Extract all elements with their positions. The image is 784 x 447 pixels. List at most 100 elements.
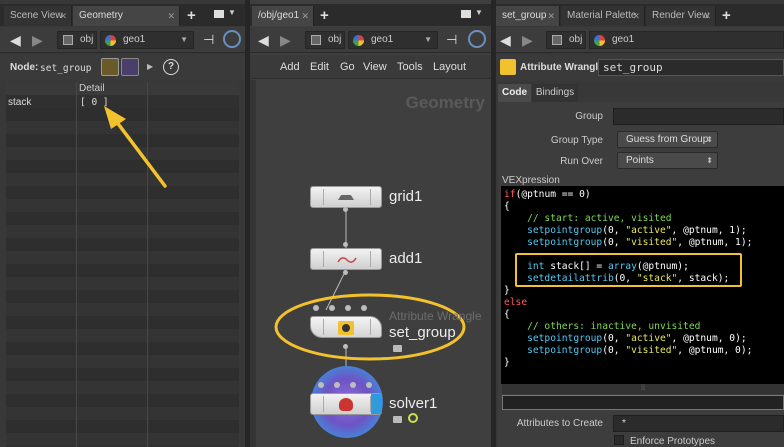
node-divider: [323, 251, 324, 267]
tab-code-label: Code: [502, 87, 527, 98]
path-obj-label: obj: [328, 34, 342, 45]
path-obj[interactable]: obj: [546, 31, 586, 49]
path-geo[interactable]: geo1 ▼: [348, 31, 438, 49]
menu-layout[interactable]: Layout: [433, 61, 466, 73]
group-type-select[interactable]: Guess from Group ⬍: [617, 131, 718, 148]
display-flag[interactable]: [371, 394, 382, 414]
path-geo[interactable]: geo1: [589, 31, 784, 49]
code-scroll-handle[interactable]: ⁞⁞: [502, 384, 784, 394]
set-group-node[interactable]: [310, 316, 382, 338]
param-header: Attribute Wrangle set_group: [496, 55, 784, 81]
add-tab-icon[interactable]: +: [722, 7, 731, 25]
output-connector[interactable]: [343, 270, 348, 275]
tab-set-group[interactable]: set_group ✕: [496, 6, 560, 26]
menu-view[interactable]: View: [363, 61, 387, 73]
add1-label: add1: [389, 250, 423, 267]
solver1-label: solver1: [389, 395, 438, 412]
solver-node-icon: [339, 398, 353, 411]
grid1-node[interactable]: [310, 186, 382, 208]
object-icon: [552, 35, 562, 45]
link-icon[interactable]: [468, 30, 486, 48]
lock-icon[interactable]: [393, 416, 402, 423]
grid-node-icon: [338, 195, 354, 200]
node-type-label: Attribute Wrangle: [520, 62, 604, 73]
close-icon[interactable]: ✕: [301, 6, 309, 26]
enforce-prototypes-label: Enforce Prototypes: [630, 436, 716, 447]
lock-icon[interactable]: [393, 345, 402, 352]
add1-node[interactable]: [310, 248, 382, 270]
network-canvas[interactable]: Geometry grid1 add1 Attribute Wrangle se…: [256, 80, 491, 447]
param-subtabs: Code Bindings: [496, 84, 784, 102]
param-path-bar: ◀ ▶ obj geo1: [496, 27, 784, 53]
close-icon[interactable]: ✕: [703, 6, 711, 26]
forward-arrow-icon[interactable]: ▶: [280, 32, 291, 48]
input-connector[interactable]: [366, 382, 372, 388]
close-icon[interactable]: ✕: [632, 6, 640, 26]
updown-icon: ⬍: [706, 135, 713, 144]
code-line: setpointgroup(0, "visited", @ptnum, 1);: [527, 237, 753, 248]
network-menubar: Add Edit Go View Tools Layout: [250, 55, 491, 79]
path-geo-label: geo1: [371, 34, 394, 45]
node-divider: [370, 189, 371, 205]
back-arrow-icon[interactable]: ◀: [500, 32, 511, 48]
forward-arrow-icon[interactable]: ▶: [522, 32, 533, 48]
object-icon: [311, 35, 321, 45]
wrangle-node-icon: [500, 59, 516, 75]
tab-material-palette[interactable]: Material Palette ✕: [561, 6, 645, 26]
tab-obj-geo1[interactable]: /obj/geo1 ✕: [252, 6, 314, 26]
group-field[interactable]: [613, 108, 784, 125]
pane-dropdown-icon[interactable]: ▼: [475, 8, 483, 17]
tab-render-view[interactable]: Render View ✕: [646, 6, 716, 26]
network-tab-bar: /obj/geo1 ✕ + ▼: [250, 4, 491, 26]
menu-add[interactable]: Add: [280, 61, 300, 73]
code-line: }: [504, 357, 510, 368]
menu-tools[interactable]: Tools: [397, 61, 423, 73]
menu-go[interactable]: Go: [340, 61, 355, 73]
group-type-label: Group Type: [550, 135, 603, 146]
tab-bindings[interactable]: Bindings: [532, 84, 578, 102]
code-line: setpointgroup(0, "active", @ptnum, 0);: [527, 333, 747, 344]
solver1-node[interactable]: [310, 393, 382, 415]
pin-icon[interactable]: ⊣: [446, 32, 457, 48]
grid1-label: grid1: [389, 188, 423, 205]
code-line: else: [504, 297, 528, 308]
input-connector[interactable]: [343, 207, 348, 212]
input-connector[interactable]: [318, 382, 324, 388]
attributes-to-create-field[interactable]: *: [613, 415, 784, 432]
network-path-bar: ◀ ▶ obj geo1 ▼ ⊣: [250, 27, 491, 53]
tab-code[interactable]: Code: [498, 84, 531, 102]
network-pane: /obj/geo1 ✕ + ▼ ◀ ▶ obj geo1 ▼ ⊣ Add Edi…: [250, 0, 491, 447]
spreadsheet-pane: Scene View ✕ Geometry Spreadsheet ✕ + ▼ …: [0, 0, 245, 447]
output-connector[interactable]: [343, 344, 348, 349]
path-obj[interactable]: obj: [305, 31, 345, 49]
group-label: Group: [575, 111, 603, 122]
node-divider: [323, 319, 324, 335]
run-over-select[interactable]: Points ⬍: [617, 152, 718, 169]
vex-code-editor[interactable]: if(@ptnum == 0) { // start: active, visi…: [501, 186, 784, 384]
input-connector[interactable]: [329, 305, 335, 311]
code-line: if(@ptnum == 0): [504, 189, 591, 200]
node-name-field[interactable]: set_group: [598, 59, 784, 76]
input-connector[interactable]: [313, 305, 319, 311]
code-line: }: [504, 285, 510, 296]
code-hscrollbar[interactable]: [502, 395, 784, 410]
run-over-label: Run Over: [560, 156, 603, 167]
close-icon[interactable]: ✕: [547, 6, 555, 26]
input-connector[interactable]: [334, 382, 340, 388]
input-connector[interactable]: [350, 382, 356, 388]
tab-label: /obj/geo1: [258, 10, 300, 21]
add-tab-icon[interactable]: +: [320, 7, 329, 25]
pane-menu-icon[interactable]: [461, 10, 471, 18]
input-connector[interactable]: [345, 305, 351, 311]
annotation-arrow: [104, 106, 167, 188]
enforce-prototypes-checkbox[interactable]: [614, 435, 624, 445]
attributes-to-create-label: Attributes to Create: [516, 418, 603, 429]
menu-edit[interactable]: Edit: [310, 61, 329, 73]
input-connector[interactable]: [343, 242, 348, 247]
back-arrow-icon[interactable]: ◀: [258, 32, 269, 48]
node-name-value: set_group: [603, 61, 663, 74]
tab-label: set_group: [502, 10, 547, 21]
run-over-value: Points: [626, 155, 654, 166]
path-geo-label: geo1: [612, 34, 635, 45]
input-connector[interactable]: [361, 305, 367, 311]
